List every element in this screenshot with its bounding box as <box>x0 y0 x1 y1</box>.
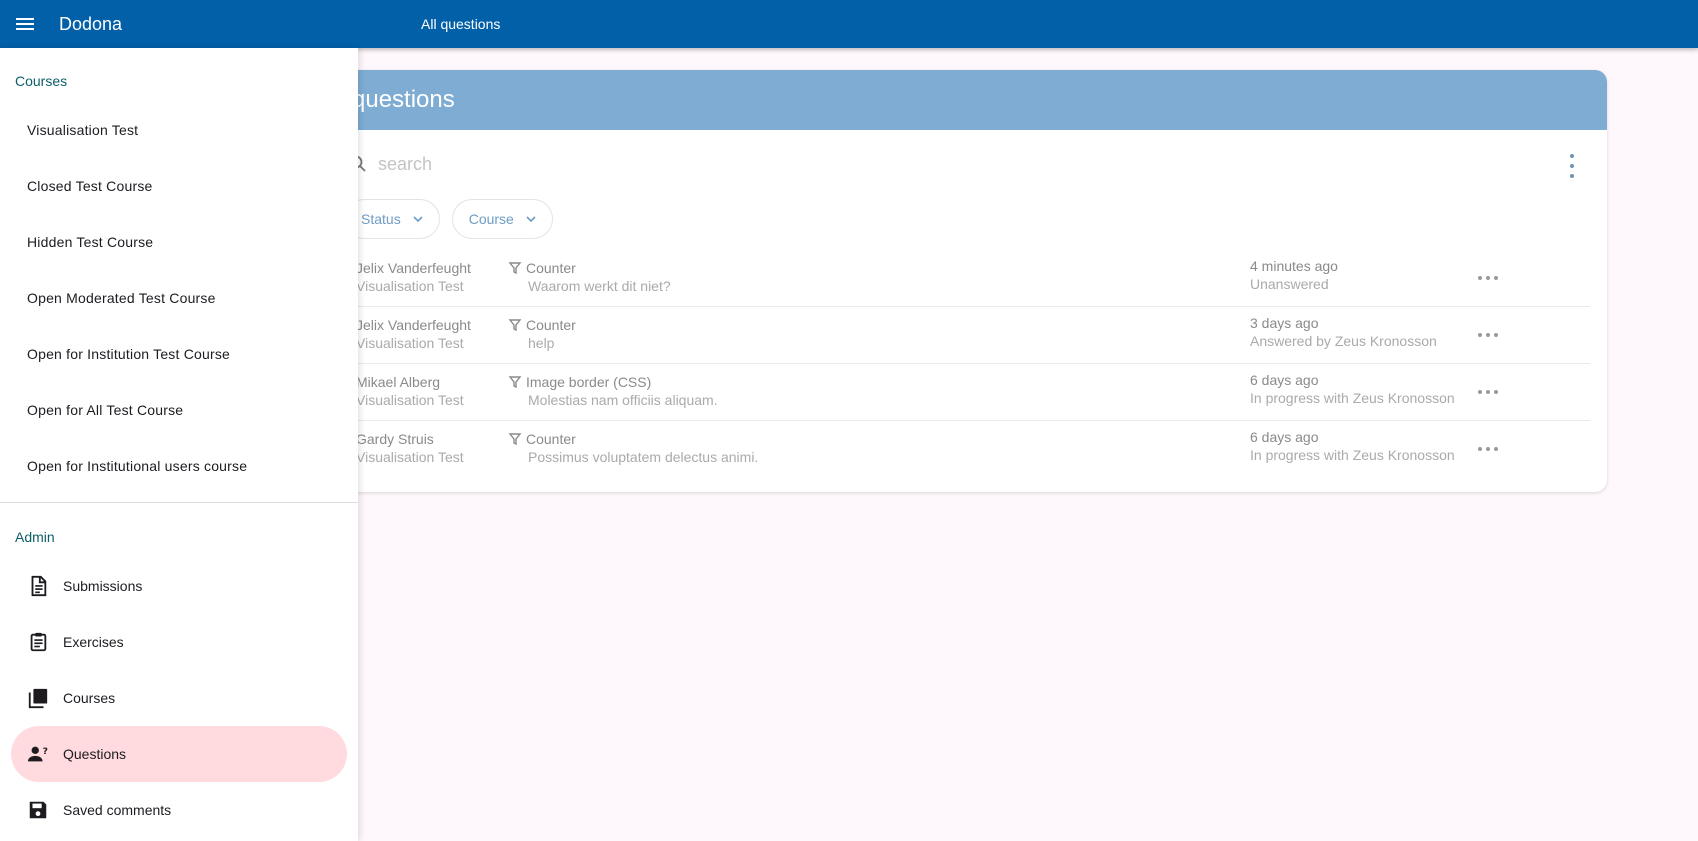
exercise-name: Counter <box>526 317 576 333</box>
more-options-icon[interactable] <box>1563 154 1581 178</box>
row-actions-icon[interactable] <box>1478 270 1498 286</box>
question-message: Possimus voluptatem delectus animi. <box>528 449 759 465</box>
navigation-drawer: Courses Visualisation Test Closed Test C… <box>0 48 358 841</box>
search-bar <box>318 130 1607 198</box>
drawer-item-courses[interactable]: Courses <box>11 670 347 726</box>
question-message: help <box>528 335 555 351</box>
app-bar: Dodona All questions <box>0 0 1698 48</box>
row-actions-icon[interactable] <box>1478 441 1498 457</box>
svg-text:?: ? <box>43 746 48 757</box>
row-actions-icon[interactable] <box>1478 327 1498 343</box>
question-exercise[interactable]: Counter <box>508 317 576 333</box>
admin-list: Submissions Exercises Courses ? Question… <box>0 558 358 838</box>
question-exercise[interactable]: Image border (CSS) <box>508 374 651 390</box>
search-input[interactable] <box>378 153 978 175</box>
question-status: In progress with Zeus Kronosson <box>1250 447 1455 463</box>
filter-chips: Status Course <box>318 198 1607 240</box>
question-user: Mikael Alberg <box>356 374 441 390</box>
drawer-item-label: Saved comments <box>63 802 172 818</box>
drawer-item-questions[interactable]: ? Questions <box>11 726 347 782</box>
row-actions-icon[interactable] <box>1478 384 1498 400</box>
course-filter-label: Course <box>468 211 514 227</box>
question-course: Visualisation Test <box>356 449 464 465</box>
question-user: Gardy Struis <box>356 431 434 447</box>
question-message: Waarom werkt dit niet? <box>528 278 671 294</box>
drawer-item-saved-comments[interactable]: Saved comments <box>11 782 347 838</box>
courses-section-title: Courses <box>15 73 68 89</box>
course-list: Visualisation Test Closed Test Course Hi… <box>0 102 358 494</box>
app-brand[interactable]: Dodona <box>59 14 421 35</box>
question-course: Visualisation Test <box>356 335 464 351</box>
drawer-item-label: Exercises <box>63 634 124 650</box>
question-exercise[interactable]: Counter <box>508 431 576 447</box>
drawer-course-item[interactable]: Open for All Test Course <box>0 382 358 438</box>
page-title: All questions <box>421 16 501 32</box>
question-user: Jelix Vanderfeught <box>356 260 471 276</box>
exercise-name: Counter <box>526 431 576 447</box>
courses-icon <box>28 688 48 709</box>
drawer-divider <box>0 502 358 503</box>
question-row[interactable]: Mikael Alberg Visualisation Test Image b… <box>318 364 1590 421</box>
exercise-name: Counter <box>526 260 576 276</box>
question-time: 4 minutes ago <box>1250 258 1338 274</box>
status-filter-chip[interactable]: Status <box>344 199 440 239</box>
question-time: 6 days ago <box>1250 372 1319 388</box>
drawer-course-item[interactable]: Open for Institution Test Course <box>0 326 358 382</box>
drawer-item-label: Submissions <box>63 578 143 594</box>
question-message: Molestias nam officiis aliquam. <box>528 392 718 408</box>
drawer-item-label: Courses <box>63 690 116 706</box>
admin-section-title: Admin <box>15 529 55 545</box>
menu-button[interactable] <box>0 0 50 48</box>
drawer-course-item[interactable]: Hidden Test Course <box>0 214 358 270</box>
filter-icon <box>508 433 522 446</box>
questions-card: questions Status Course Jelix Vanderfeug… <box>318 70 1607 492</box>
filter-icon <box>508 376 522 389</box>
course-filter-chip[interactable]: Course <box>451 199 553 239</box>
hamburger-icon <box>16 18 34 30</box>
question-user: Jelix Vanderfeught <box>356 317 471 333</box>
question-row[interactable]: Gardy Struis Visualisation Test Counter … <box>318 421 1590 478</box>
question-list: Jelix Vanderfeught Visualisation Test Co… <box>318 250 1607 478</box>
chevron-down-icon <box>413 216 423 223</box>
chevron-down-icon <box>526 216 536 223</box>
question-status: Answered by Zeus Kronosson <box>1250 333 1437 349</box>
status-filter-label: Status <box>361 211 401 227</box>
question-status: In progress with Zeus Kronosson <box>1250 390 1455 406</box>
filter-icon <box>508 262 522 275</box>
drawer-course-item[interactable]: Visualisation Test <box>0 102 358 158</box>
exercises-icon <box>30 632 47 652</box>
filter-icon <box>508 319 522 332</box>
question-course: Visualisation Test <box>356 278 464 294</box>
drawer-item-label: Questions <box>63 746 127 762</box>
question-exercise[interactable]: Counter <box>508 260 576 276</box>
saved-comments-icon <box>29 801 47 819</box>
questions-icon: ? <box>27 746 48 762</box>
question-row[interactable]: Jelix Vanderfeught Visualisation Test Co… <box>318 250 1590 307</box>
drawer-course-item[interactable]: Open Moderated Test Course <box>0 270 358 326</box>
exercise-name: Image border (CSS) <box>526 374 652 390</box>
question-course: Visualisation Test <box>356 392 464 408</box>
drawer-item-submissions[interactable]: Submissions <box>11 558 347 614</box>
submissions-icon <box>31 575 47 597</box>
question-time: 6 days ago <box>1250 429 1319 445</box>
question-time: 3 days ago <box>1250 315 1319 331</box>
drawer-item-exercises[interactable]: Exercises <box>11 614 347 670</box>
question-status: Unanswered <box>1250 276 1329 292</box>
card-title: questions <box>318 70 1607 130</box>
drawer-course-item[interactable]: Open for Institutional users course <box>0 438 358 494</box>
question-row[interactable]: Jelix Vanderfeught Visualisation Test Co… <box>318 307 1590 364</box>
drawer-course-item[interactable]: Closed Test Course <box>0 158 358 214</box>
